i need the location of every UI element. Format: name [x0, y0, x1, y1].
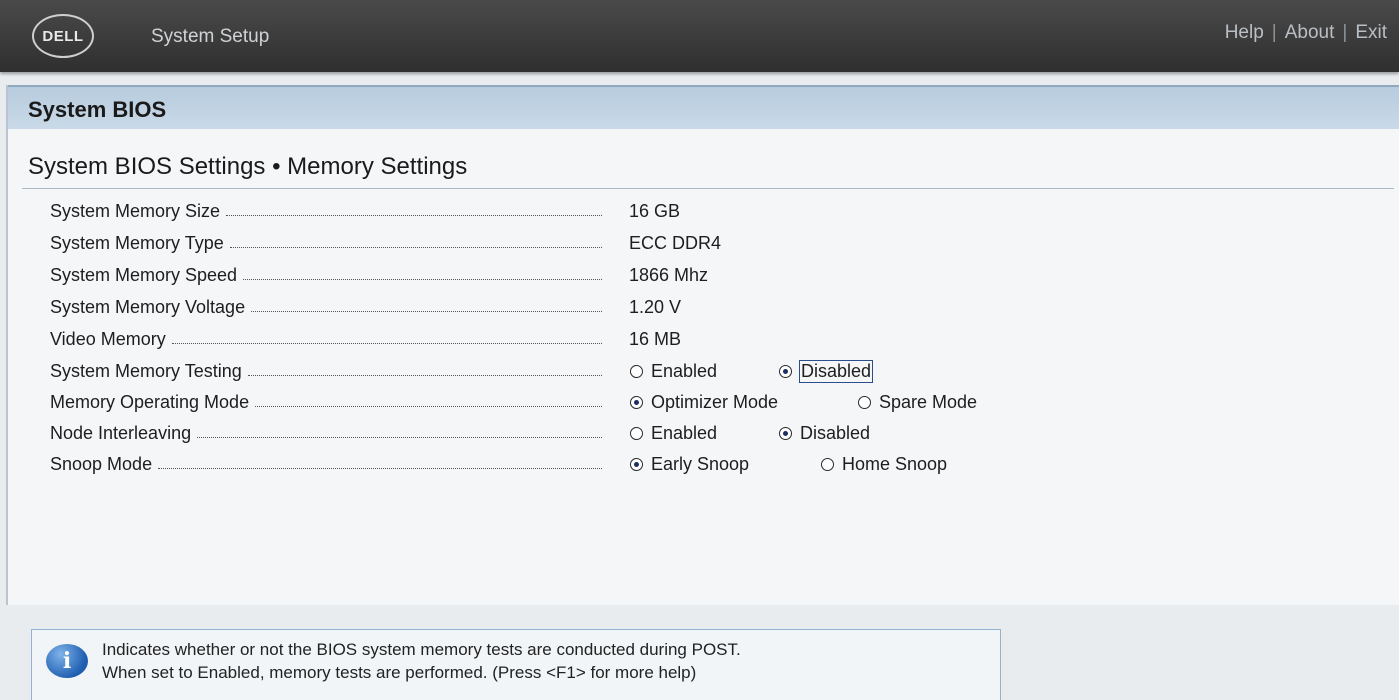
label-text: Snoop Mode	[50, 454, 153, 474]
label-text: System Memory Speed	[50, 265, 238, 285]
help-line-2: When set to Enabled, memory tests are pe…	[102, 663, 697, 682]
setting-value: 1.20 V	[629, 297, 682, 317]
dot-leader	[247, 375, 602, 376]
radio-memory-testing-disabled[interactable]: Disabled	[779, 360, 874, 383]
nav-separator: |	[1342, 22, 1348, 43]
setting-label: System Memory Size	[50, 201, 602, 222]
radio-label: Home Snoop	[842, 454, 948, 474]
section-title: System BIOS	[28, 97, 167, 122]
setting-row-video-memory: Video Memory 16 MB	[8, 325, 1399, 355]
setting-row-memory-voltage: System Memory Voltage 1.20 V	[8, 293, 1399, 323]
about-link[interactable]: About	[1285, 22, 1335, 43]
setting-label: Node Interleaving	[50, 423, 602, 444]
setting-value: 16 MB	[629, 329, 682, 349]
logo-text: DELL	[42, 27, 84, 45]
app-title: System Setup	[151, 26, 270, 47]
setting-value: 16 GB	[629, 201, 681, 221]
label-text: Memory Operating Mode	[50, 392, 250, 412]
radio-label: Enabled	[651, 423, 718, 443]
help-line-1: Indicates whether or not the BIOS system…	[102, 640, 741, 659]
label-text: System Memory Type	[50, 233, 224, 253]
setting-label: System Memory Voltage	[50, 297, 602, 318]
radio-button[interactable]	[858, 396, 871, 409]
dot-leader	[229, 247, 602, 248]
label-text: Node Interleaving	[50, 423, 192, 443]
setting-row-operating-mode: Memory Operating Mode Optimizer Mode Spa…	[8, 388, 1399, 418]
radio-button-selected[interactable]	[779, 427, 792, 440]
dot-leader	[251, 311, 602, 312]
radio-label: Optimizer Mode	[651, 392, 779, 412]
radio-button-selected[interactable]	[779, 365, 792, 378]
setting-label: System Memory Type	[50, 233, 602, 254]
label-text: System Memory Voltage	[50, 297, 246, 317]
top-nav: Help | About | Exit	[1225, 22, 1387, 44]
dell-logo: DELL	[32, 14, 94, 58]
radio-button-selected[interactable]	[630, 396, 643, 409]
dot-leader	[226, 215, 602, 216]
radio-optimizer-mode[interactable]: Optimizer Mode	[630, 392, 778, 413]
radio-button-selected[interactable]	[630, 458, 643, 471]
setting-label: System Memory Testing	[50, 361, 602, 382]
radio-spare-mode[interactable]: Spare Mode	[858, 392, 977, 413]
main-panel: System BIOS System BIOS Settings • Memor…	[6, 85, 1399, 605]
setting-label: Snoop Mode	[50, 454, 602, 475]
radio-button[interactable]	[630, 427, 643, 440]
label-text: System Memory Testing	[50, 361, 242, 381]
setting-value: 1866 Mhz	[629, 265, 709, 285]
dot-leader	[197, 437, 602, 438]
label-text: System Memory Size	[50, 201, 221, 221]
dot-leader	[255, 406, 602, 407]
page-title: System BIOS Settings • Memory Settings	[28, 153, 468, 180]
setting-row-node-interleaving: Node Interleaving Enabled Disabled	[8, 419, 1399, 449]
help-link[interactable]: Help	[1225, 22, 1264, 43]
radio-label: Spare Mode	[879, 392, 978, 412]
radio-label: Disabled	[800, 423, 871, 443]
section-header: System BIOS	[8, 85, 1399, 129]
radio-node-interleaving-disabled[interactable]: Disabled	[779, 423, 870, 444]
setting-label: Video Memory	[50, 329, 602, 350]
dot-leader	[158, 468, 602, 469]
setting-value: ECC DDR4	[629, 233, 722, 253]
dot-leader	[171, 343, 602, 344]
setting-row-memory-size: System Memory Size 16 GB	[8, 197, 1399, 227]
info-icon: i	[46, 644, 88, 678]
setting-row-memory-testing: System Memory Testing Enabled Disabled	[8, 357, 1399, 387]
nav-separator: |	[1271, 22, 1277, 43]
label-text: Video Memory	[50, 329, 166, 349]
radio-home-snoop[interactable]: Home Snoop	[821, 454, 947, 475]
dot-leader	[243, 279, 602, 280]
help-box: i Indicates whether or not the BIOS syst…	[31, 629, 1001, 700]
setting-label: System Memory Speed	[50, 265, 602, 286]
radio-button[interactable]	[630, 365, 643, 378]
setting-label: Memory Operating Mode	[50, 392, 602, 413]
setting-row-memory-speed: System Memory Speed 1866 Mhz	[8, 261, 1399, 291]
radio-memory-testing-enabled[interactable]: Enabled	[630, 361, 717, 382]
radio-label: Enabled	[651, 361, 718, 381]
exit-link[interactable]: Exit	[1355, 22, 1387, 43]
radio-label-focused: Disabled	[798, 360, 874, 383]
radio-label: Early Snoop	[651, 454, 750, 474]
setting-row-memory-type: System Memory Type ECC DDR4	[8, 229, 1399, 259]
setting-row-snoop-mode: Snoop Mode Early Snoop Home Snoop	[8, 450, 1399, 480]
top-header: DELL System Setup Help | About | Exit	[0, 0, 1399, 72]
radio-node-interleaving-enabled[interactable]: Enabled	[630, 423, 717, 444]
help-text: Indicates whether or not the BIOS system…	[102, 638, 741, 684]
radio-button[interactable]	[821, 458, 834, 471]
title-divider	[22, 188, 1394, 189]
radio-early-snoop[interactable]: Early Snoop	[630, 454, 749, 475]
